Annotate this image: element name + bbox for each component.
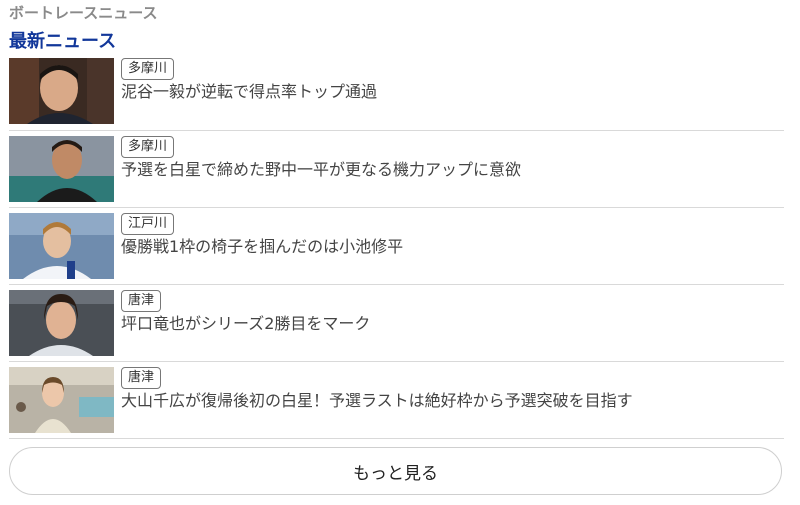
news-item[interactable]: 多摩川 予選を白星で締めた野中一平が更なる機力アップに意欲 bbox=[9, 131, 784, 208]
news-item[interactable]: 唐津 坪口竜也がシリーズ2勝目をマーク bbox=[9, 285, 784, 362]
news-title[interactable]: 大山千広が復帰後初の白星！予選ラストは絶好枠から予選突破を目指す bbox=[121, 390, 633, 412]
venue-tag: 多摩川 bbox=[121, 136, 175, 158]
venue-tag: 唐津 bbox=[121, 367, 162, 389]
venue-tag: 江戸川 bbox=[121, 213, 175, 235]
news-title[interactable]: 泥谷一毅が逆転で得点率トップ通過 bbox=[121, 81, 377, 103]
news-thumbnail[interactable] bbox=[9, 367, 114, 433]
news-thumbnail[interactable] bbox=[9, 58, 114, 124]
venue-tag: 多摩川 bbox=[121, 58, 175, 80]
news-thumbnail[interactable] bbox=[9, 136, 114, 202]
news-thumbnail[interactable] bbox=[9, 213, 114, 279]
news-title[interactable]: 予選を白星で締めた野中一平が更なる機力アップに意欲 bbox=[121, 159, 521, 181]
section-label: ボートレースニュース bbox=[9, 4, 158, 22]
news-item[interactable]: 江戸川 優勝戦1枠の椅子を掴んだのは小池修平 bbox=[9, 208, 784, 285]
news-title[interactable]: 坪口竜也がシリーズ2勝目をマーク bbox=[121, 313, 370, 335]
news-heading: 最新ニュース bbox=[9, 31, 117, 52]
news-item[interactable]: 多摩川 泥谷一毅が逆転で得点率トップ通過 bbox=[9, 57, 784, 131]
news-item[interactable]: 唐津 大山千広が復帰後初の白星！予選ラストは絶好枠から予選突破を目指す bbox=[9, 362, 784, 439]
news-list: 多摩川 泥谷一毅が逆転で得点率トップ通過 多摩川 予選を白星で締めた野中一平が更… bbox=[9, 57, 784, 439]
news-title[interactable]: 優勝戦1枠の椅子を掴んだのは小池修平 bbox=[121, 236, 403, 258]
venue-tag: 唐津 bbox=[121, 290, 162, 312]
news-thumbnail[interactable] bbox=[9, 290, 114, 356]
more-button[interactable]: もっと見る bbox=[9, 447, 782, 495]
